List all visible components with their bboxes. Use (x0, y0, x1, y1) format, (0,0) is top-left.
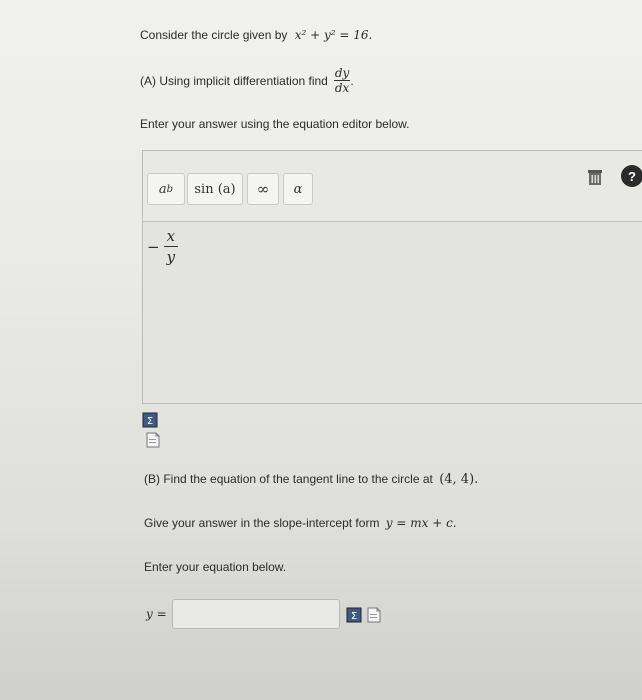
part-b-line: (B) Find the equation of the tangent lin… (144, 472, 478, 487)
intro-prefix: Consider the circle given by (140, 28, 288, 42)
part-b-point: (4, 4). (439, 472, 479, 487)
answer-numerator: x (163, 226, 179, 247)
superscript-exponent: b (166, 183, 174, 195)
tangent-line-answer-input[interactable] (172, 599, 340, 629)
derivative-numerator: dy (333, 66, 351, 81)
part-b-prefix: (B) Find the equation of the tangent lin… (144, 472, 433, 486)
trash-icon[interactable] (583, 165, 607, 189)
alpha-button[interactable]: α (283, 173, 313, 205)
svg-text:Σ: Σ (147, 416, 153, 427)
answer-fraction: x y (163, 226, 179, 267)
sin-button[interactable]: sin (a) (187, 173, 243, 205)
intro-line: Consider the circle given by x² + y² = 1… (140, 28, 372, 42)
superscript-base: a (158, 181, 167, 197)
derivative-denominator: dx (334, 81, 350, 95)
answer-expression: − x y (147, 226, 179, 267)
equation-preview-icon[interactable]: Σ (346, 607, 362, 623)
part-a-prefix: (A) Using implicit differentiation find (140, 73, 328, 88)
part-b-form-prefix: Give your answer in the slope-intercept … (144, 516, 380, 530)
question-page: Consider the circle given by x² + y² = 1… (0, 0, 642, 700)
instruction-b: Enter your equation below. (144, 560, 287, 574)
infinity-button[interactable]: ∞ (247, 173, 279, 205)
part-b-form-line: Give your answer in the slope-intercept … (144, 516, 457, 530)
help-icon[interactable]: ? (621, 165, 642, 187)
slope-intercept-equation: y = mx + c. (385, 516, 457, 530)
equation-editor: ab sin (a) ∞ α ? − x y (142, 150, 642, 404)
superscript-button[interactable]: ab (147, 173, 185, 205)
equation-toolbar: ab sin (a) ∞ α ? (143, 151, 642, 222)
svg-text:Σ: Σ (351, 611, 357, 622)
intro-equation: x² + y² = 16. (294, 28, 373, 42)
instruction-a: Enter your answer using the equation edi… (140, 117, 410, 131)
page-icon[interactable] (145, 432, 161, 448)
answer-sign: − (147, 237, 160, 256)
answer-denominator: y (166, 248, 176, 266)
equation-page-icon[interactable] (366, 607, 382, 623)
part-a-suffix: . (350, 73, 354, 88)
answer-b-label: y = (146, 607, 167, 621)
part-a-line: (A) Using implicit differentiation find … (140, 66, 354, 95)
derivative-fraction: dy dx (333, 66, 351, 95)
equation-input-area[interactable]: − x y (143, 222, 642, 403)
preview-icon[interactable]: Σ (142, 412, 158, 428)
